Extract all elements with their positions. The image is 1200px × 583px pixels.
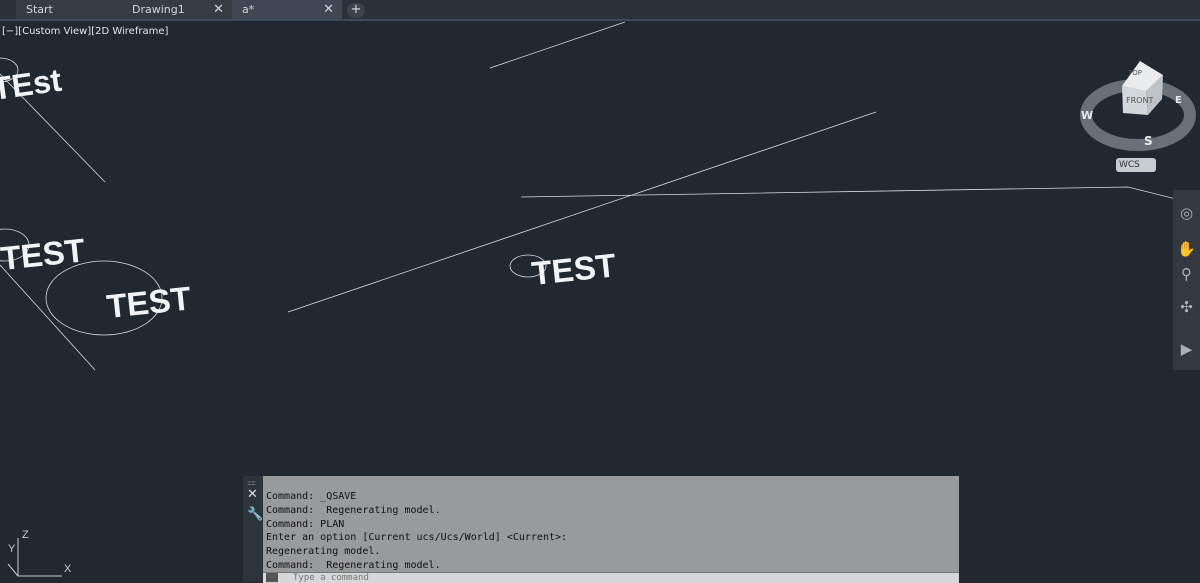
command-history-line: Command: Regenerating model.: [266, 559, 441, 571]
ucs-icon: Z Y X: [7, 529, 72, 577]
compass-w[interactable]: W: [1081, 109, 1093, 122]
compass-e[interactable]: E: [1175, 95, 1182, 106]
drawing-line: [0, 264, 96, 371]
tab-a[interactable]: a* ✕: [232, 0, 342, 19]
viewcube-top-label: TOP: [1127, 69, 1142, 77]
command-history-line: Command: PLAN: [266, 518, 345, 530]
tab-label: Drawing1: [132, 3, 185, 16]
command-history: Command: _QSAVE Command: Regenerating mod…: [266, 490, 567, 573]
file-tab-bar: Start Drawing1 ✕ a* ✕ +: [0, 0, 1200, 21]
command-history-line: Enter an option [Current ucs/Ucs/World] …: [266, 532, 568, 544]
drawing-line: [489, 21, 626, 69]
orbit-icon[interactable]: ✣: [1177, 298, 1196, 317]
close-icon[interactable]: ✕: [323, 0, 334, 19]
command-menu-icon[interactable]: [266, 573, 278, 582]
wcs-menu[interactable]: WCS: [1116, 158, 1156, 172]
drawing-text: TEST: [105, 279, 193, 325]
viewcube-front-label: FRONT: [1126, 96, 1153, 105]
steering-wheel-icon[interactable]: ◎: [1177, 204, 1196, 223]
close-icon[interactable]: ✕: [213, 0, 224, 19]
close-icon[interactable]: ✕: [247, 487, 258, 502]
showmotion-icon[interactable]: ▶: [1177, 340, 1196, 359]
pan-icon[interactable]: ✋: [1177, 240, 1196, 259]
ucs-y-label: Y: [8, 543, 16, 555]
drawing-text: TEst: [0, 62, 64, 107]
ucs-x-label: X: [64, 563, 72, 575]
new-tab-button[interactable]: +: [347, 3, 365, 18]
ucs-z-label: Z: [22, 529, 29, 541]
tab-drawing1[interactable]: Drawing1 ✕: [122, 0, 232, 19]
drawing-text: TEST: [0, 231, 87, 277]
viewcube[interactable]: TOP FRONT W E S: [1078, 55, 1198, 175]
zoom-icon[interactable]: ⚲: [1177, 265, 1196, 284]
command-input-bar: [263, 572, 959, 583]
tab-start[interactable]: Start: [16, 0, 122, 19]
command-history-line: Command: Regenerating model.: [266, 504, 441, 516]
navigation-bar: ◎ ✋ ⚲ ✣ ▶: [1173, 190, 1200, 370]
drawing-polyline: [520, 186, 1200, 206]
drawing-text: TEST: [530, 246, 618, 292]
tab-label: Start: [26, 3, 53, 16]
command-window-sidebar: :::::: ✕ 🔧: [243, 476, 263, 582]
command-history-line: Command: _QSAVE: [266, 491, 357, 502]
compass-s[interactable]: S: [1144, 134, 1153, 148]
command-history-line: Regenerating model.: [266, 546, 381, 558]
wrench-icon[interactable]: 🔧: [247, 507, 263, 522]
grip-icon[interactable]: ::::::: [247, 479, 256, 487]
tab-label: a*: [242, 3, 255, 16]
command-window: :::::: ✕ 🔧 Command: _QSAVECommand: Regen…: [243, 476, 959, 583]
